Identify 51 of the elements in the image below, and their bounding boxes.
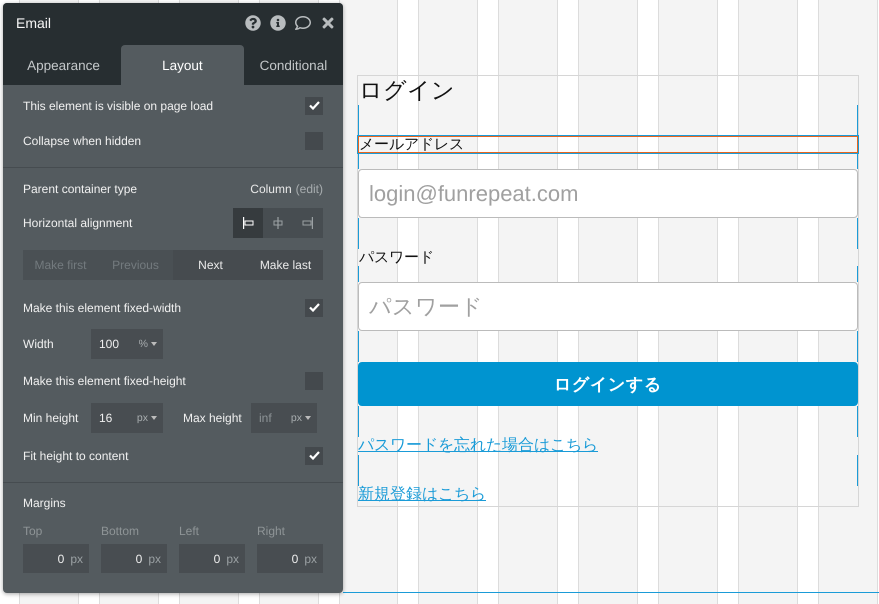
page-heading: ログイン: [358, 76, 456, 105]
margin-field[interactable]: 0 px: [257, 544, 323, 573]
section-title: Margins: [23, 496, 66, 510]
width-field[interactable]: 100 %: [91, 329, 163, 359]
container-type-value: Column: [250, 182, 292, 196]
caret-icon: [151, 416, 157, 420]
margin-label: Left: [179, 523, 200, 540]
option-label: Make this element fixed-height: [23, 374, 187, 388]
align-left-icon: [242, 217, 254, 229]
field-label: パスワード: [358, 249, 435, 266]
checkbox[interactable]: [305, 298, 323, 316]
panel-tab[interactable]: Appearance: [6, 45, 121, 85]
option-label: Parent container type: [23, 182, 138, 196]
order-button[interactable]: Make last: [248, 250, 323, 280]
comment-icon[interactable]: [295, 14, 311, 30]
panel-tab[interactable]: Layout: [120, 45, 244, 85]
margin-label: Top: [23, 523, 44, 540]
field-label: メールアドレス: [358, 136, 858, 153]
panel-title: Email: [16, 14, 52, 30]
max-height-field[interactable]: inf px: [251, 403, 317, 433]
caret-icon: [305, 416, 311, 420]
close-icon[interactable]: [320, 14, 336, 30]
margin-field[interactable]: 0 px: [101, 544, 167, 573]
option-label: This element is visible on page load: [23, 98, 214, 112]
check-icon: [308, 451, 320, 460]
check-icon: [308, 101, 320, 110]
panel-tab[interactable]: Conditional: [244, 45, 343, 85]
margin-field[interactable]: 0 px: [23, 544, 89, 573]
alignment-button[interactable]: [233, 208, 263, 238]
margin-label: Right: [257, 523, 286, 540]
option-label: Width: [23, 337, 55, 351]
option-label: Horizontal alignment: [23, 216, 134, 230]
order-button[interactable]: Next: [173, 250, 248, 280]
option-label: Fit height to content: [23, 448, 130, 462]
align-right-icon: [302, 217, 314, 229]
min-height-field[interactable]: 16 px: [91, 403, 163, 433]
option-label: Max height: [183, 411, 243, 425]
info-icon[interactable]: [270, 14, 286, 30]
margin-field[interactable]: 0 px: [179, 544, 245, 573]
caret-icon: [151, 342, 157, 346]
checkbox[interactable]: [305, 96, 323, 114]
checkbox[interactable]: [305, 446, 323, 464]
option-label: Min height: [23, 411, 80, 425]
margin-label: Bottom: [101, 523, 140, 540]
input-field[interactable]: login@funrepeat.com: [358, 169, 858, 218]
align-center-icon: [272, 217, 284, 229]
help-icon[interactable]: [245, 14, 261, 30]
check-icon: [308, 303, 320, 312]
option-label: Collapse when hidden: [23, 134, 142, 148]
option-label: Make this element fixed-width: [23, 300, 182, 314]
input-field[interactable]: パスワード: [358, 282, 858, 331]
